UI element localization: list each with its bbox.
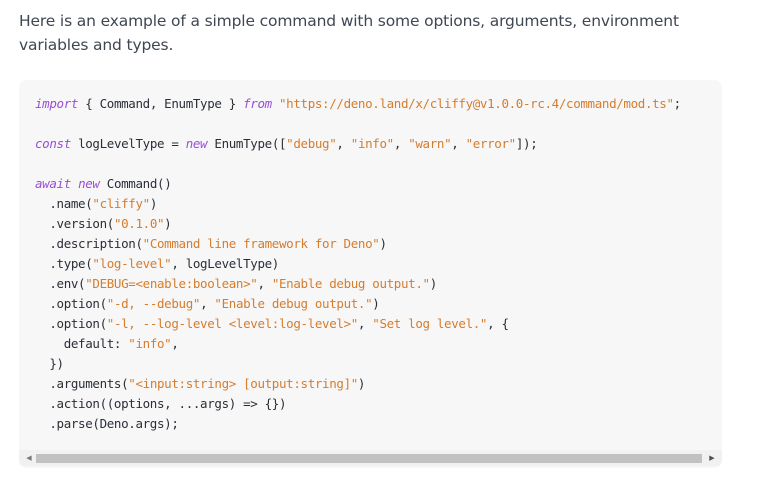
code-keyword: from: [243, 96, 272, 111]
code-keyword: new: [78, 176, 100, 191]
code-text: }): [35, 356, 64, 371]
code-text: , {: [487, 316, 509, 331]
code-keyword: const: [35, 136, 71, 151]
code-text: default:: [35, 336, 129, 351]
code-string: "Enable debug output.": [214, 296, 373, 311]
code-text: { Command, EnumType }: [78, 96, 244, 111]
code-text: .parse(Deno.args);: [35, 416, 179, 431]
code-text: ): [372, 296, 380, 311]
code-keyword: new: [185, 136, 208, 151]
code-string: "Command line framework for Deno": [142, 236, 380, 251]
code-line: .version("0.1.0"): [35, 214, 722, 234]
code-keyword: import: [35, 96, 79, 111]
code-line: default: "info",: [35, 334, 722, 354]
scrollbar-thumb[interactable]: [36, 454, 702, 463]
code-text: logLevelType =: [70, 136, 186, 151]
code-text: EnumType([: [207, 136, 287, 151]
code-line: .name("cliffy"): [35, 194, 722, 214]
code-text: .env(: [35, 276, 86, 291]
code-line: const logLevelType = new EnumType(["debu…: [35, 134, 722, 154]
code-line: .description("Command line framework for…: [35, 234, 722, 254]
code-string: "Enable debug output.": [271, 276, 430, 291]
code-keyword: await: [35, 176, 71, 191]
code-block: import { Command, EnumType } from "https…: [19, 80, 722, 468]
code-string: "<input:string> [output:string]": [128, 376, 358, 391]
code-text: .description(: [35, 236, 143, 251]
code-string: "-d, --debug": [106, 296, 201, 311]
code-text: ]);: [515, 136, 538, 151]
code-text: ,: [357, 316, 373, 331]
code-string: "https://deno.land/x/cliffy@v1.0.0-rc.4/…: [279, 96, 674, 111]
code-line: .option("-d, --debug", "Enable debug out…: [35, 294, 722, 314]
code-text: ): [379, 236, 387, 251]
code-line: .arguments("<input:string> [output:strin…: [35, 374, 722, 394]
code-text: ,: [200, 296, 215, 311]
code-text: .arguments(: [35, 376, 129, 391]
code-string: "error": [465, 136, 517, 151]
code-text: ): [164, 216, 172, 231]
code-text: ,: [393, 136, 409, 151]
code-text: .action((options, ...args) => {}): [35, 396, 287, 411]
code-string: "warn": [408, 136, 452, 151]
code-string: "0.1.0": [113, 216, 165, 231]
code-string: "-l, --log-level <level:log-level>": [106, 316, 359, 331]
code-string: "info": [350, 136, 394, 151]
code-text: .type(: [35, 256, 93, 271]
code-string: "log-level": [92, 256, 172, 271]
horizontal-scrollbar[interactable]: ◀ ▶: [19, 450, 722, 466]
code-string: "cliffy": [92, 196, 150, 211]
code-line: }): [35, 354, 722, 374]
code-text: ;: [673, 96, 682, 111]
scroll-left-arrow-icon[interactable]: ◀: [21, 450, 37, 466]
code-text: ,: [451, 136, 466, 151]
code-text: .name(: [35, 196, 93, 211]
code-scroll-area[interactable]: import { Command, EnumType } from "https…: [19, 80, 722, 450]
code-text: Command(): [99, 176, 172, 191]
code-line: .type("log-level", logLevelType): [35, 254, 722, 274]
code-string: "DEBUG=<enable:boolean>": [85, 276, 258, 291]
code-line: .option("-l, --log-level <level:log-leve…: [35, 314, 722, 334]
scroll-right-arrow-icon[interactable]: ▶: [704, 450, 720, 466]
code-text: .option(: [35, 316, 107, 331]
code-string: "debug": [286, 136, 337, 151]
code-text: ,: [171, 336, 179, 351]
code-line: .env("DEBUG=<enable:boolean>", "Enable d…: [35, 274, 722, 294]
intro-paragraph: Here is an example of a simple command w…: [19, 12, 679, 54]
code-text: ): [429, 276, 438, 291]
code-text: ): [357, 376, 366, 391]
code-text: ): [149, 196, 158, 211]
code-line: import { Command, EnumType } from "https…: [35, 94, 722, 114]
code-line: .action((options, ...args) => {}): [35, 394, 722, 414]
code-text: ,: [257, 276, 272, 291]
code-content: import { Command, EnumType } from "https…: [19, 80, 722, 434]
code-line: .parse(Deno.args);: [35, 414, 722, 434]
code-line: await new Command(): [35, 174, 722, 194]
code-text: .option(: [35, 296, 107, 311]
code-text: ,: [336, 136, 351, 151]
code-string: "Set log level.": [372, 316, 488, 331]
code-text: .version(: [35, 216, 114, 231]
code-text: , logLevelType): [171, 256, 279, 271]
code-string: "info": [128, 336, 172, 351]
